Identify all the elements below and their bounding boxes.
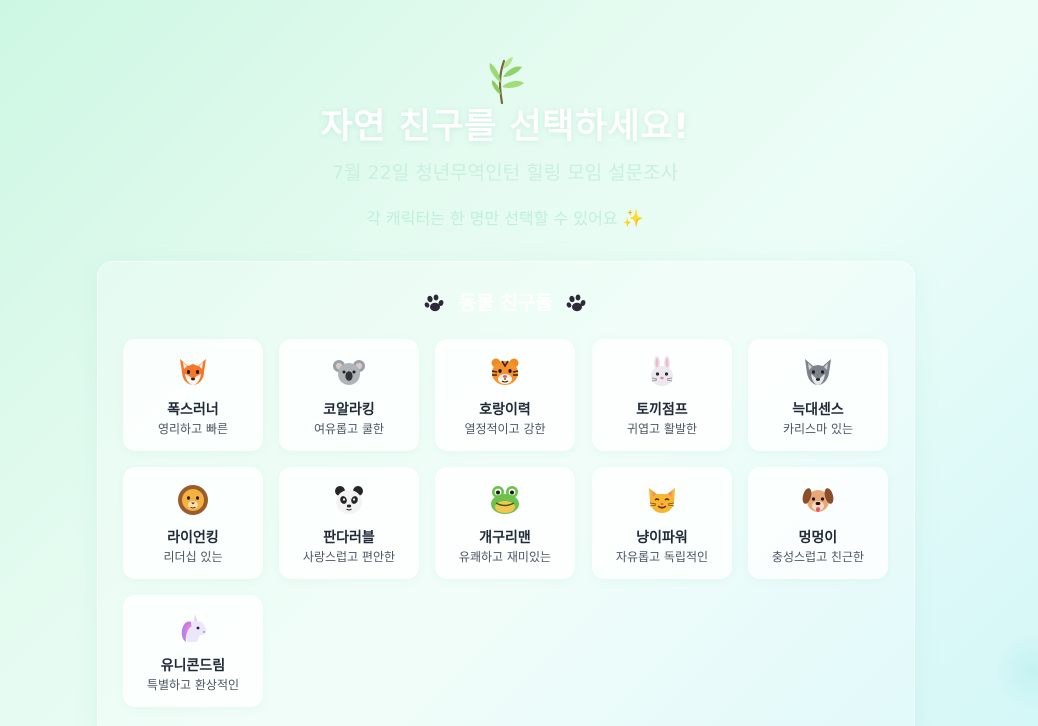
fox-icon (123, 355, 263, 389)
section-title: 동물 친구들 (98, 288, 914, 315)
animal-desc: 리더십 있는 (163, 550, 223, 564)
animal-name: 멍멍이 (798, 530, 838, 546)
animal-card-dog[interactable]: 멍멍이 충성스럽고 친근한 (748, 467, 888, 579)
animal-desc: 여유롭고 쿨한 (313, 422, 385, 436)
animal-name: 토끼점프 (636, 402, 688, 418)
animal-name: 유니콘드림 (160, 658, 226, 674)
animal-section-panel: 동물 친구들 폭스러너 영리하고 빠른 코알라킹 여유롭고 쿨한 호랑이력 열정… (97, 261, 915, 726)
page-title: 자연 친구를 선택하세요! (320, 107, 690, 147)
page-subtitle: 7월 22일 청년무역인턴 힐링 모임 설문조사 (331, 162, 679, 184)
animal-desc: 영리하고 빠른 (157, 422, 229, 436)
animal-card-fox[interactable]: 폭스러너 영리하고 빠른 (123, 339, 263, 451)
panda-icon (279, 483, 419, 517)
cat-icon (592, 483, 732, 517)
animal-name: 판다러블 (323, 530, 375, 546)
koala-icon (279, 355, 419, 389)
animal-card-frog[interactable]: 개구리맨 유쾌하고 재미있는 (435, 467, 575, 579)
animal-card-panda[interactable]: 판다러블 사랑스럽고 편안한 (279, 467, 419, 579)
notice-text: 각 캐릭터는 한 명만 선택할 수 있어요 (366, 209, 618, 228)
paw-icon (566, 294, 586, 311)
selection-notice: 각 캐릭터는 한 명만 선택할 수 있어요 ✨ (0, 205, 1010, 229)
animal-desc: 카리스마 있는 (782, 422, 854, 436)
dog-icon (748, 483, 888, 517)
wolf-icon (748, 355, 888, 389)
animal-desc: 열정적이고 강한 (464, 422, 546, 436)
animal-desc: 귀엽고 활발한 (626, 422, 698, 436)
animal-desc: 유쾌하고 재미있는 (458, 550, 552, 564)
page: 자연 친구를 선택하세요! 7월 22일 청년무역인턴 힐링 모임 설문조사 각… (0, 0, 1038, 726)
animal-name: 호랑이력 (479, 402, 531, 418)
animal-card-wolf[interactable]: 늑대센스 카리스마 있는 (748, 339, 888, 451)
sparkle-icon: ✨ (622, 209, 644, 229)
unicorn-icon (123, 611, 263, 645)
lion-icon (123, 483, 263, 517)
frog-icon (435, 483, 575, 517)
animal-desc: 사랑스럽고 편안한 (302, 550, 396, 564)
animal-name: 늑대센스 (792, 402, 844, 418)
section-title-label: 동물 친구들 (458, 292, 553, 314)
animal-desc: 충성스럽고 친근한 (771, 550, 865, 564)
animal-desc: 특별하고 환상적인 (146, 678, 240, 692)
animal-card-unicorn[interactable]: 유니콘드림 특별하고 환상적인 (123, 595, 263, 707)
animal-name: 라이언킹 (167, 530, 219, 546)
animal-card-lion[interactable]: 라이언킹 리더십 있는 (123, 467, 263, 579)
animal-name: 폭스러너 (167, 402, 219, 418)
animal-desc: 자유롭고 독립적인 (615, 550, 709, 564)
animal-card-koala[interactable]: 코알라킹 여유롭고 쿨한 (279, 339, 419, 451)
animal-name: 개구리맨 (479, 530, 531, 546)
paw-icon (424, 294, 444, 311)
animal-card-cat[interactable]: 냥이파워 자유롭고 독립적인 (592, 467, 732, 579)
animal-card-tiger[interactable]: 호랑이력 열정적이고 강한 (435, 339, 575, 451)
tiger-icon (435, 355, 575, 389)
rabbit-icon (592, 355, 732, 389)
animal-name: 냥이파워 (636, 530, 688, 546)
decorative-blob (998, 626, 1038, 716)
animal-card-rabbit[interactable]: 토끼점프 귀엽고 활발한 (592, 339, 732, 451)
animal-name: 코알라킹 (323, 402, 375, 418)
